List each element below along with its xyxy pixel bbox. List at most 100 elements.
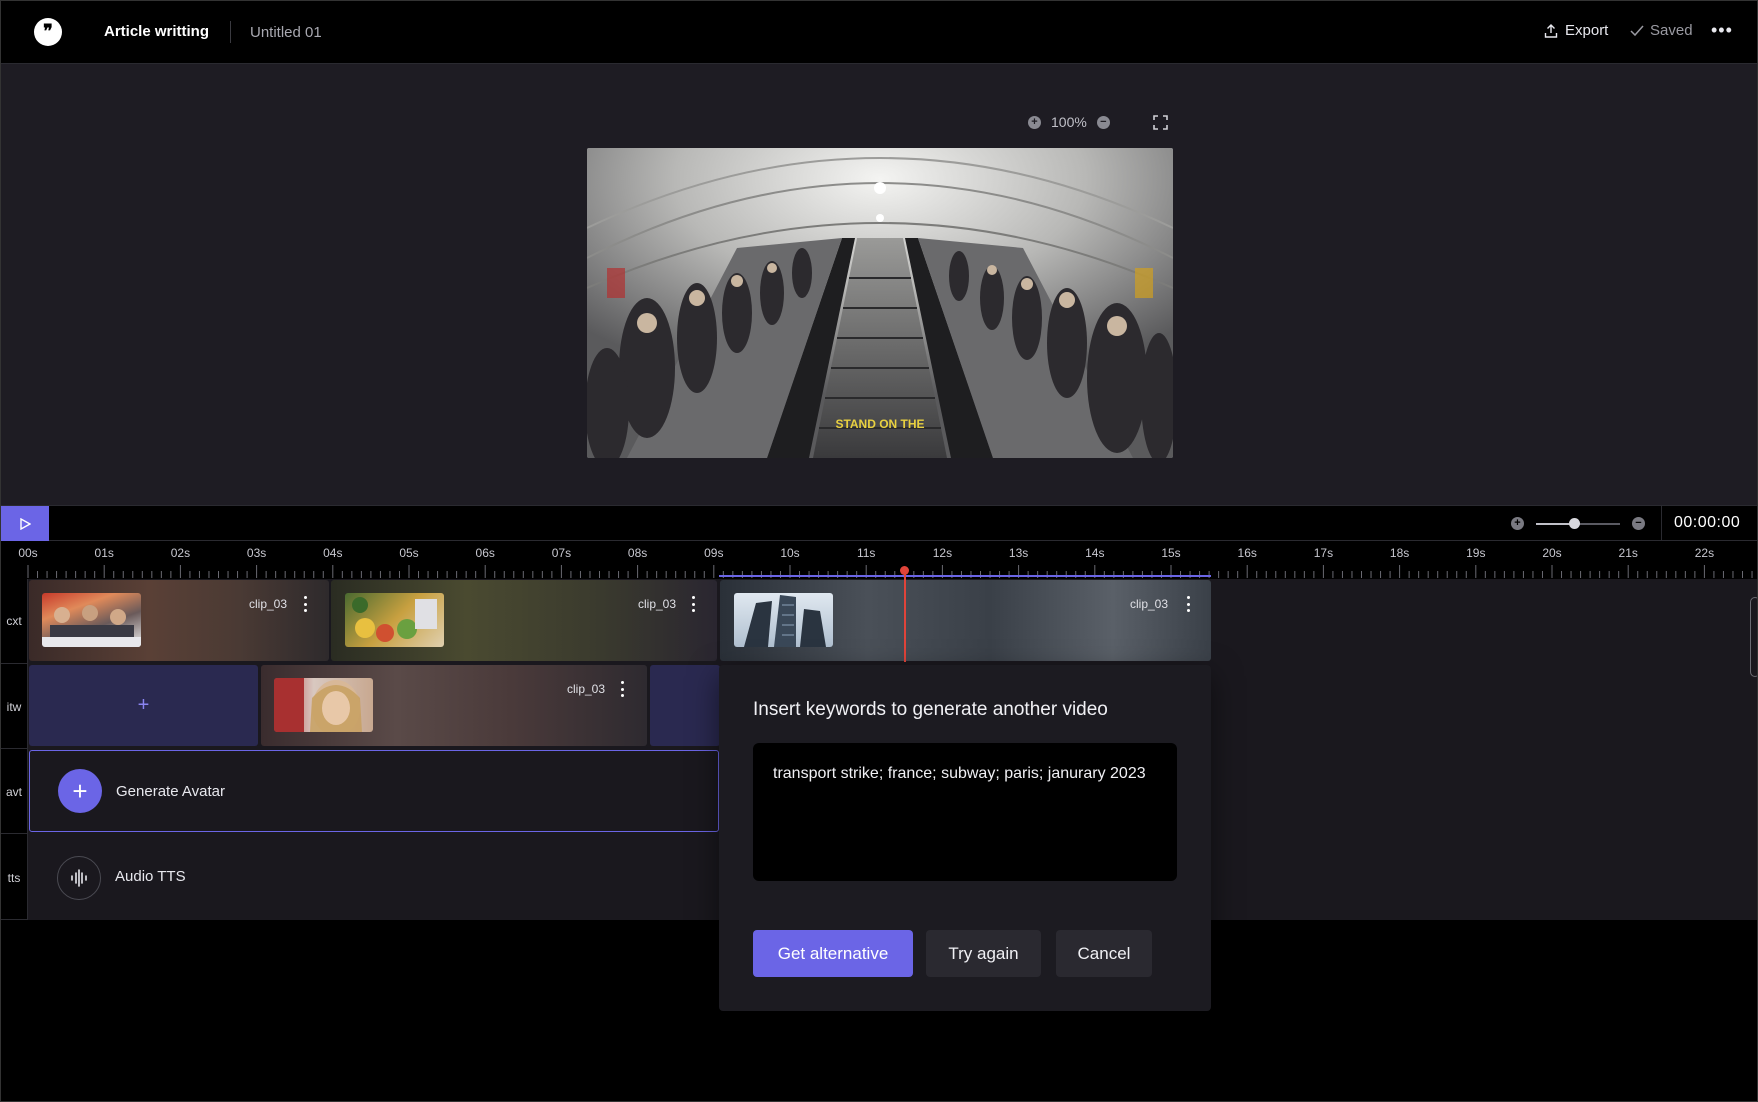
generate-alternative-dialog: Insert keywords to generate another vide… (719, 665, 1211, 1011)
escalator-scene-image: STAND ON THE (587, 148, 1173, 458)
track-label-tts: tts (7, 871, 21, 885)
audio-wave-icon[interactable] (57, 856, 101, 900)
clip-menu-icon[interactable] (302, 596, 308, 612)
play-button[interactable] (0, 506, 49, 541)
header-divider (230, 21, 231, 43)
ruler-tick-label: 14s (1085, 546, 1104, 560)
keywords-textarea[interactable]: transport strike; france; subway; paris;… (753, 743, 1177, 881)
timecode-display: 00:00:00 (1674, 514, 1741, 531)
more-options-button[interactable]: ••• (1711, 20, 1733, 41)
cancel-button[interactable]: Cancel (1056, 930, 1152, 977)
timeline-zoom-in-icon[interactable]: + (1511, 517, 1524, 530)
timeline-zoom-slider[interactable] (1536, 517, 1620, 529)
timeline-zoom-controls: + − (1511, 517, 1645, 530)
preview-zoom-controls: + 100% − (1028, 114, 1110, 130)
ruler-tick-label: 12s (933, 546, 952, 560)
track-divider (0, 919, 28, 920)
interview-woman-image (274, 678, 362, 732)
ruler-tick-label: 15s (1161, 546, 1180, 560)
ruler-tick-label: 01s (95, 546, 114, 560)
add-interview-clip-button[interactable]: + (29, 665, 258, 746)
ruler-tick-label: 11s (857, 546, 875, 560)
top-header: ❞ Article writting Untitled 01 Export Sa… (0, 0, 1758, 64)
ruler-tick-label: 04s (323, 546, 342, 560)
saved-label: Saved (1650, 22, 1693, 39)
ruler-tick-label: 19s (1466, 546, 1485, 560)
selection-range-indicator (719, 575, 1211, 577)
app-logo-icon[interactable]: ❞ (34, 18, 62, 46)
ruler-tick-label: 02s (171, 546, 190, 560)
fullscreen-icon[interactable] (1153, 115, 1168, 130)
get-alternative-button[interactable]: Get alternative (753, 930, 913, 977)
ruler-tick-label: 10s (780, 546, 799, 560)
track-divider (0, 663, 28, 664)
clip-name: clip_03 (249, 597, 288, 611)
export-button[interactable]: Export (1544, 22, 1608, 39)
waveform-graphic (71, 869, 87, 887)
ruler-tick-label: 07s (552, 546, 571, 560)
document-title[interactable]: Untitled 01 (250, 24, 322, 41)
playhead-handle[interactable] (900, 566, 909, 575)
clip-name: clip_03 (638, 597, 677, 611)
interview-empty-slot[interactable] (650, 665, 720, 746)
generate-avatar-label: Generate Avatar (116, 783, 225, 800)
dialog-title: Insert keywords to generate another vide… (753, 699, 1108, 720)
audio-tts-label: Audio TTS (115, 868, 186, 885)
clip-thumbnail (734, 593, 833, 647)
clip-menu-icon[interactable] (619, 681, 625, 697)
track-label-itw: itw (6, 700, 22, 714)
ruler-tick-label: 17s (1314, 546, 1333, 560)
cxt-clip-1[interactable]: clip_03 (29, 580, 329, 661)
track-label-cxt: cxt (6, 614, 22, 628)
ruler-tick-label: 20s (1542, 546, 1561, 560)
clip-name: clip_03 (1130, 597, 1169, 611)
skyscrapers-image (744, 595, 826, 647)
play-icon (19, 517, 31, 530)
track-labels: cxt itw avt tts (0, 579, 28, 920)
try-again-button[interactable]: Try again (926, 930, 1041, 977)
protest-image (42, 605, 141, 647)
timeline-ruler[interactable]: 00s 01s 02s 03s 04s 05s 06s 07s 08s 09s 10s 11s 12s 1… (0, 541, 1758, 579)
timeline-zoom-out-icon[interactable]: − (1632, 517, 1645, 530)
playback-bar: + − 00:00:00 (0, 505, 1758, 541)
clip-menu-icon[interactable] (1185, 596, 1191, 612)
escalator-sign-text: STAND ON THE (835, 417, 924, 431)
ruler-tick-label: 21s (1619, 546, 1638, 560)
ruler-tick-label: 06s (476, 546, 495, 560)
ruler-tick-label: 08s (628, 546, 647, 560)
upload-icon (1544, 23, 1558, 38)
ruler-tick-label: 18s (1390, 546, 1409, 560)
clip-thumbnail (274, 678, 373, 732)
clip-thumbnail (42, 593, 141, 647)
timeline-scrollbar[interactable] (1750, 597, 1758, 677)
cxt-clip-3[interactable]: clip_03 (720, 580, 1211, 661)
generate-avatar-track[interactable]: + Generate Avatar (29, 750, 719, 832)
timecode-divider (1661, 506, 1662, 541)
track-divider (0, 833, 28, 834)
ruler-tick-label: 22s (1695, 546, 1714, 560)
playhead[interactable] (904, 570, 906, 662)
clip-name: clip_03 (567, 682, 606, 696)
zoom-in-icon[interactable]: + (1028, 115, 1041, 129)
market-produce-image (352, 597, 437, 642)
audio-tts-track[interactable]: Audio TTS (29, 836, 719, 918)
clip-thumbnail (345, 593, 444, 647)
ruler-tick-label: 00s (18, 546, 37, 560)
clip-menu-icon[interactable] (690, 596, 696, 612)
track-divider (0, 748, 28, 749)
cxt-clip-2[interactable]: clip_03 (331, 580, 717, 661)
check-icon (1630, 25, 1644, 36)
slider-knob[interactable] (1568, 517, 1580, 529)
ruler-tick-label: 13s (1009, 546, 1028, 560)
project-title: Article writting (104, 23, 210, 40)
ruler-tick-label: 09s (704, 546, 723, 560)
zoom-level: 100% (1051, 114, 1087, 130)
ruler-tick-label: 03s (247, 546, 266, 560)
preview-panel: + 100% − STAND ON THE (0, 64, 1758, 505)
itw-clip-1[interactable]: clip_03 (261, 665, 647, 746)
saved-status: Saved (1630, 22, 1693, 39)
add-avatar-button[interactable]: + (58, 769, 102, 813)
video-preview[interactable]: STAND ON THE (587, 148, 1173, 458)
ruler-ticks: 00s 01s 02s 03s 04s 05s 06s 07s 08s 09s 10s 11s 12s 1… (18, 546, 1753, 578)
zoom-out-icon[interactable]: − (1096, 115, 1110, 129)
